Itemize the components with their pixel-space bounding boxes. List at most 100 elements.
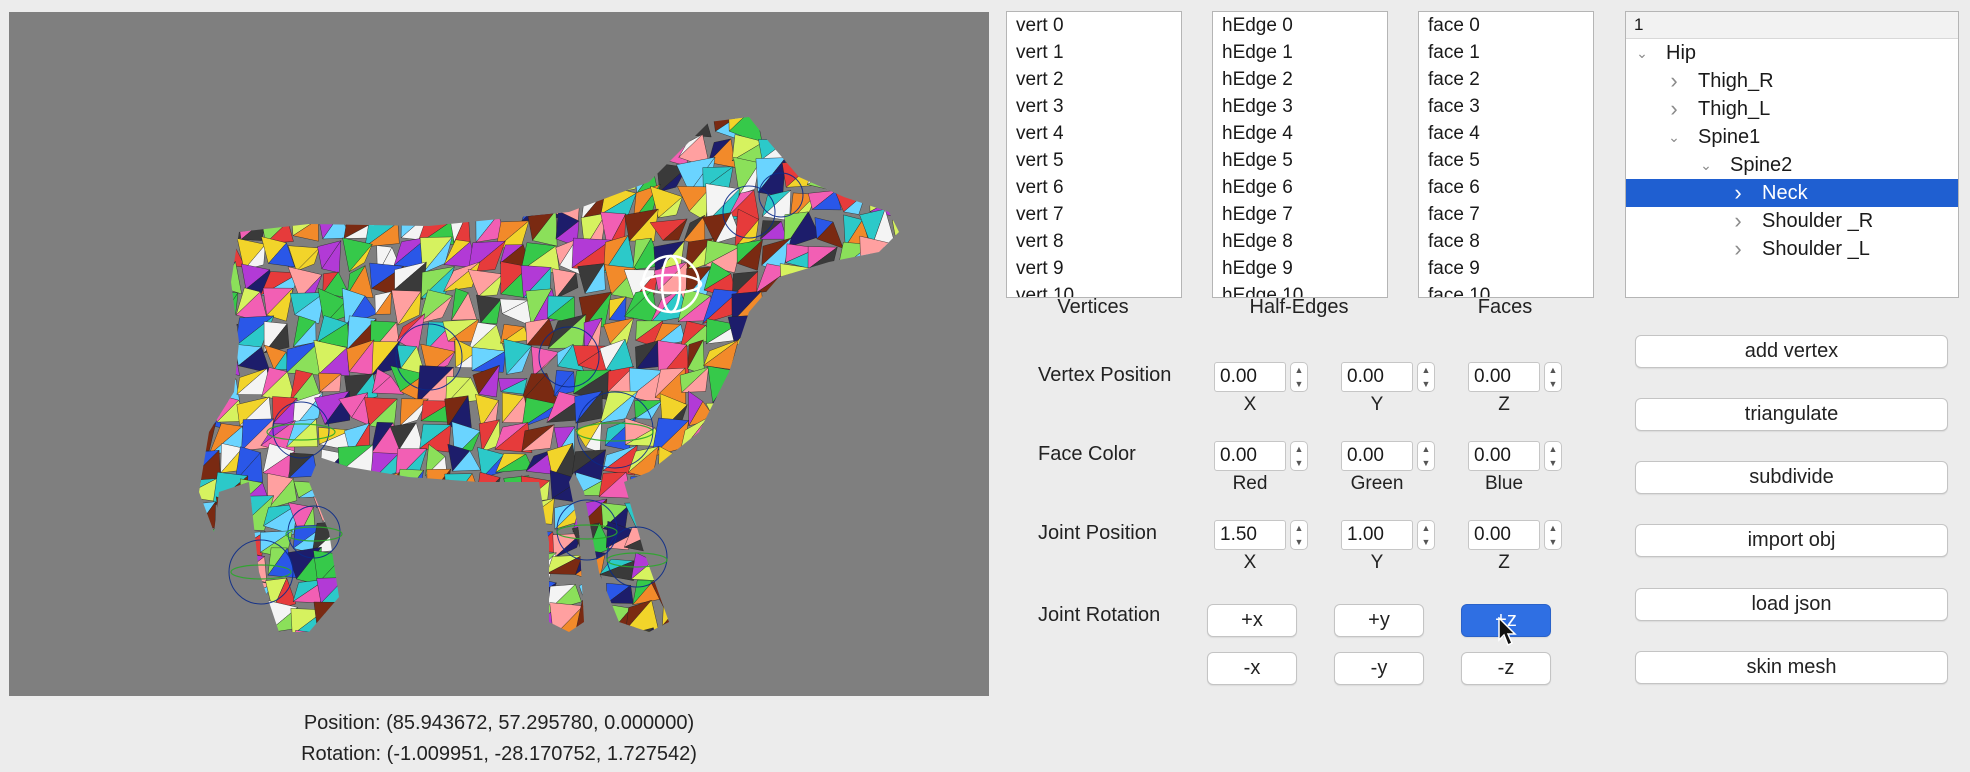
chevron-down-icon[interactable]: ⌄ xyxy=(1698,151,1714,179)
list-item[interactable]: face 9 xyxy=(1419,255,1593,282)
tree-node-label: Shoulder _L xyxy=(1762,238,1870,260)
tree-node-hip[interactable]: ⌄ Hip xyxy=(1626,39,1958,67)
tree-node-thigh-l[interactable]: › Thigh_L xyxy=(1626,95,1958,123)
list-item[interactable]: hEdge 0 xyxy=(1213,12,1387,39)
joint-position-y-spinbox[interactable]: 1.00 ▲ ▼ xyxy=(1341,520,1437,550)
list-item[interactable]: hEdge 2 xyxy=(1213,66,1387,93)
chevron-down-icon[interactable]: ⌄ xyxy=(1634,39,1650,67)
joint-position-x-input[interactable]: 1.50 xyxy=(1214,520,1286,550)
vertex-position-x-input[interactable]: 0.00 xyxy=(1214,362,1286,392)
joint-position-z-spinbox[interactable]: 0.00 ▲ ▼ xyxy=(1468,520,1564,550)
list-item[interactable]: vert 5 xyxy=(1007,147,1181,174)
list-item[interactable]: vert 8 xyxy=(1007,228,1181,255)
joint-position-z-input[interactable]: 0.00 xyxy=(1468,520,1540,550)
list-item[interactable]: vert 2 xyxy=(1007,66,1181,93)
faces-caption: Faces xyxy=(1477,296,1533,318)
face-color-green-input[interactable]: 0.00 xyxy=(1341,441,1413,471)
face-color-blue-input[interactable]: 0.00 xyxy=(1468,441,1540,471)
face-color-green-spinbox[interactable]: 0.00 ▲ ▼ xyxy=(1341,441,1437,471)
stepper-icon[interactable]: ▲ ▼ xyxy=(1417,520,1435,550)
list-item[interactable]: hEdge 6 xyxy=(1213,174,1387,201)
vertex-position-y-spinbox[interactable]: 0.00 ▲ ▼ xyxy=(1341,362,1437,392)
stepper-icon[interactable]: ▲ ▼ xyxy=(1544,520,1562,550)
list-item[interactable]: face 1 xyxy=(1419,39,1593,66)
rotate-plus-y-button[interactable]: +y xyxy=(1334,604,1424,637)
list-item[interactable]: vert 7 xyxy=(1007,201,1181,228)
import-obj-button[interactable]: import obj xyxy=(1635,524,1948,557)
tree-node-spine1[interactable]: ⌄ Spine1 xyxy=(1626,123,1958,151)
list-item[interactable]: vert 9 xyxy=(1007,255,1181,282)
3d-viewport[interactable] xyxy=(9,12,989,696)
face-color-blue-spinbox[interactable]: 0.00 ▲ ▼ xyxy=(1468,441,1564,471)
list-item[interactable]: vert 3 xyxy=(1007,93,1181,120)
rotate-minus-y-button[interactable]: -y xyxy=(1334,652,1424,685)
joint-position-x-spinbox[interactable]: 1.50 ▲ ▼ xyxy=(1214,520,1310,550)
list-item[interactable]: face 0 xyxy=(1419,12,1593,39)
skin-mesh-button[interactable]: skin mesh xyxy=(1635,651,1948,684)
add-vertex-button[interactable]: add vertex xyxy=(1635,335,1948,368)
stepper-icon[interactable]: ▲ ▼ xyxy=(1544,362,1562,392)
list-item[interactable]: hEdge 9 xyxy=(1213,255,1387,282)
vertex-position-z-input[interactable]: 0.00 xyxy=(1468,362,1540,392)
load-json-button[interactable]: load json xyxy=(1635,588,1948,621)
chevron-right-icon[interactable]: › xyxy=(1730,207,1746,235)
chevron-right-icon[interactable]: › xyxy=(1666,67,1682,95)
half-edges-list[interactable]: hEdge 0 hEdge 1 hEdge 2 hEdge 3 hEdge 4 hEdge… xyxy=(1212,11,1388,298)
subdivide-button[interactable]: subdivide xyxy=(1635,461,1948,494)
list-item[interactable]: face 7 xyxy=(1419,201,1593,228)
cow-mesh-model xyxy=(199,117,899,632)
tree-node-shoulder-l[interactable]: › Shoulder _L xyxy=(1626,235,1958,263)
stepper-icon[interactable]: ▲ ▼ xyxy=(1417,362,1435,392)
stepper-icon[interactable]: ▲ ▼ xyxy=(1417,441,1435,471)
list-item[interactable]: hEdge 7 xyxy=(1213,201,1387,228)
chevron-down-icon[interactable]: ⌄ xyxy=(1666,123,1682,151)
vertex-position-x-spinbox[interactable]: 0.00 ▲ ▼ xyxy=(1214,362,1310,392)
list-item[interactable]: vert 1 xyxy=(1007,39,1181,66)
list-item[interactable]: hEdge 4 xyxy=(1213,120,1387,147)
tree-node-shoulder-r[interactable]: › Shoulder _R xyxy=(1626,207,1958,235)
list-item[interactable]: hEdge 5 xyxy=(1213,147,1387,174)
vertex-y-label: Y xyxy=(1370,394,1384,415)
list-item[interactable]: vert 4 xyxy=(1007,120,1181,147)
chevron-right-icon[interactable]: › xyxy=(1666,95,1682,123)
list-item[interactable]: hEdge 8 xyxy=(1213,228,1387,255)
chevron-right-icon[interactable]: › xyxy=(1730,179,1746,207)
rotate-minus-x-button[interactable]: -x xyxy=(1207,652,1297,685)
list-item[interactable]: face 2 xyxy=(1419,66,1593,93)
stepper-icon[interactable]: ▲ ▼ xyxy=(1290,362,1308,392)
list-item[interactable]: face 3 xyxy=(1419,93,1593,120)
list-item[interactable]: face 5 xyxy=(1419,147,1593,174)
list-item[interactable]: hEdge 1 xyxy=(1213,39,1387,66)
camera-position-readout: Position: (85.943672, 57.295780, 0.00000… xyxy=(303,712,695,734)
list-item[interactable]: vert 6 xyxy=(1007,174,1181,201)
triangulate-button[interactable]: triangulate xyxy=(1635,398,1948,431)
stepper-icon[interactable]: ▲ ▼ xyxy=(1544,441,1562,471)
stepper-icon[interactable]: ▲ ▼ xyxy=(1290,520,1308,550)
joint-tree[interactable]: 1 ⌄ Hip › Thigh_R › Thigh_L ⌄ Spine1 ⌄ Spine2 › Nec… xyxy=(1625,11,1959,298)
stepper-icon[interactable]: ▲ ▼ xyxy=(1290,441,1308,471)
camera-rotation-readout: Rotation: (-1.009951, -28.170752, 1.7275… xyxy=(301,743,697,765)
list-item[interactable]: face 6 xyxy=(1419,174,1593,201)
vertex-position-y-input[interactable]: 0.00 xyxy=(1341,362,1413,392)
rotate-minus-z-button[interactable]: -z xyxy=(1461,652,1551,685)
list-item[interactable]: face 4 xyxy=(1419,120,1593,147)
joint-position-y-input[interactable]: 1.00 xyxy=(1341,520,1413,550)
red-label: Red xyxy=(1232,473,1268,494)
faces-list[interactable]: face 0 face 1 face 2 face 3 face 4 face 5 face… xyxy=(1418,11,1594,298)
tree-node-neck[interactable]: › Neck xyxy=(1626,179,1958,207)
vertices-list[interactable]: vert 0 vert 1 vert 2 vert 3 vert 4 vert 5 vert… xyxy=(1006,11,1182,298)
tree-node-label: Thigh_R xyxy=(1698,70,1774,92)
face-color-red-spinbox[interactable]: 0.00 ▲ ▼ xyxy=(1214,441,1310,471)
vertex-position-z-spinbox[interactable]: 0.00 ▲ ▼ xyxy=(1468,362,1564,392)
list-item[interactable]: hEdge 3 xyxy=(1213,93,1387,120)
tree-node-label: Hip xyxy=(1666,42,1697,64)
list-item[interactable]: face 8 xyxy=(1419,228,1593,255)
rotate-plus-x-button[interactable]: +x xyxy=(1207,604,1297,637)
half-edges-caption: Half-Edges xyxy=(1249,296,1349,318)
tree-node-spine2[interactable]: ⌄ Spine2 xyxy=(1626,151,1958,179)
face-color-red-input[interactable]: 0.00 xyxy=(1214,441,1286,471)
chevron-right-icon[interactable]: › xyxy=(1730,235,1746,263)
tree-node-label: Shoulder _R xyxy=(1762,210,1874,232)
tree-node-thigh-r[interactable]: › Thigh_R xyxy=(1626,67,1958,95)
list-item[interactable]: vert 0 xyxy=(1007,12,1181,39)
